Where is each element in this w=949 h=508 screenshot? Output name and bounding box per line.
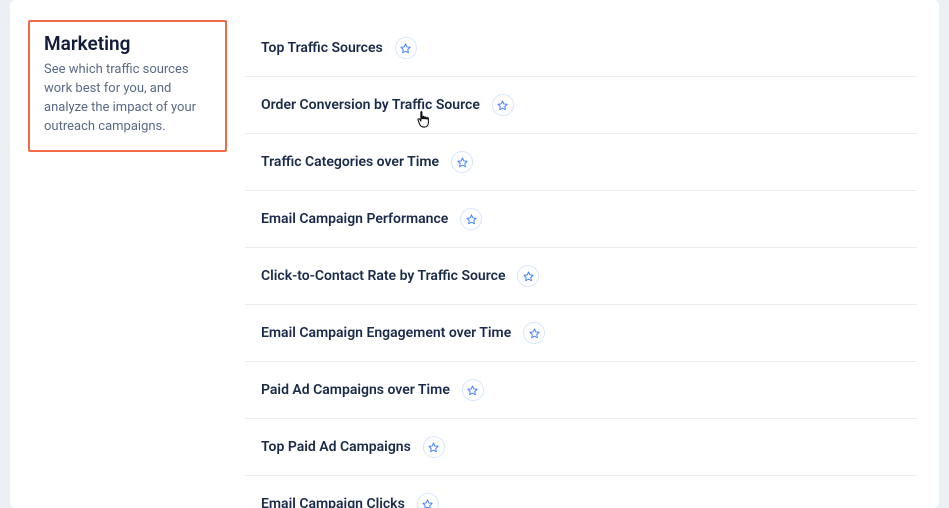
report-row[interactable]: Traffic Categories over Time [245,134,917,191]
report-label: Email Campaign Engagement over Time [261,325,511,341]
report-label: Top Traffic Sources [261,40,383,56]
report-row[interactable]: Email Campaign Performance [245,191,917,248]
sidebar-title: Marketing [44,32,211,55]
star-icon [428,442,439,453]
star-button[interactable] [460,208,482,230]
report-list: Top Traffic Sources Order Conversion by … [245,20,917,508]
star-button[interactable] [492,94,514,116]
report-row[interactable]: Click-to-Contact Rate by Traffic Source [245,248,917,305]
report-row[interactable]: Email Campaign Engagement over Time [245,305,917,362]
report-label: Paid Ad Campaigns over Time [261,382,450,398]
star-icon [523,271,534,282]
main-content: Top Traffic Sources Order Conversion by … [245,20,939,508]
report-row[interactable]: Top Paid Ad Campaigns [245,419,917,476]
report-label: Top Paid Ad Campaigns [261,439,411,455]
star-button[interactable] [395,37,417,59]
star-button[interactable] [523,322,545,344]
star-button[interactable] [517,265,539,287]
star-icon [466,214,477,225]
star-icon [400,43,411,54]
report-row[interactable]: Top Traffic Sources [245,20,917,77]
star-button[interactable] [462,379,484,401]
report-label: Email Campaign Clicks [261,496,405,508]
report-row[interactable]: Email Campaign Clicks [245,476,917,508]
report-label: Order Conversion by Traffic Source [261,97,480,113]
report-row[interactable]: Paid Ad Campaigns over Time [245,362,917,419]
star-icon [457,157,468,168]
report-label: Click-to-Contact Rate by Traffic Source [261,268,505,284]
sidebar: Marketing See which traffic sources work… [10,20,245,508]
report-label: Email Campaign Performance [261,211,448,227]
star-button[interactable] [417,493,439,508]
star-button[interactable] [423,436,445,458]
page-container: Marketing See which traffic sources work… [10,0,939,508]
sidebar-description: See which traffic sources work best for … [44,61,211,136]
star-icon [467,385,478,396]
star-icon [497,100,508,111]
report-label: Traffic Categories over Time [261,154,439,170]
sidebar-card-marketing: Marketing See which traffic sources work… [28,20,227,152]
star-icon [529,328,540,339]
star-icon [422,499,433,508]
star-button[interactable] [451,151,473,173]
report-row[interactable]: Order Conversion by Traffic Source [245,77,917,134]
